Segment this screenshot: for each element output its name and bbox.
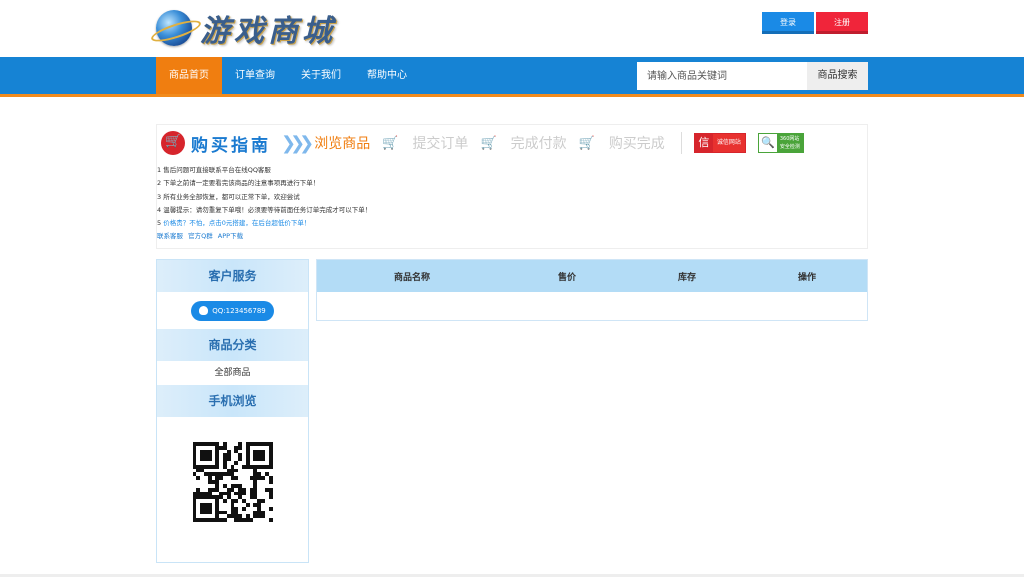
link-official-group[interactable]: 官方Q群 (188, 232, 213, 240)
category-title: 商品分类 (157, 329, 308, 361)
nav-item-help[interactable]: 帮助中心 (354, 57, 420, 94)
nav-item-home[interactable]: 商品首页 (156, 57, 222, 94)
badge-label: 360网站 安全检测 (776, 134, 803, 152)
divider (680, 132, 682, 154)
main-nav: 商品首页 订单查询 关于我们 帮助中心 商品搜索 (0, 57, 1024, 97)
link-contact-service[interactable]: 联系客服 (157, 232, 183, 240)
cart-icon: 🛒 (480, 135, 497, 151)
link-app-download[interactable]: APP下载 (218, 232, 243, 240)
main-content: 客户服务 QQ:123456789 商品分类 全部商品 手机浏览 商品名称 售价… (156, 259, 868, 563)
col-price: 售价 (557, 272, 576, 283)
search-input[interactable] (637, 62, 807, 90)
qr-code-icon (192, 442, 273, 522)
cart-icon: 🛒 (382, 135, 399, 151)
site-logo[interactable]: 游戏商城 (156, 6, 336, 50)
notice-list: 1 售后问题可直接联系平台在线QQ客服 2 下单之前请一定要看完该商品的注意事项… (157, 157, 867, 242)
search-bar: 商品搜索 (637, 62, 868, 90)
promo-link[interactable]: 价格贵？不怕，点击0元搭建，在后台超低价下单！ (163, 219, 310, 227)
sidebar: 客户服务 QQ:123456789 商品分类 全部商品 手机浏览 (156, 259, 309, 563)
qr-area (157, 417, 308, 547)
product-table: 商品名称 售价 库存 操作 (316, 259, 868, 321)
col-stock: 库存 (677, 272, 696, 283)
notice-item: 1 售后问题可直接联系平台在线QQ客服 (157, 166, 271, 174)
double-chevron-icon: ❯❯❯ (281, 132, 314, 154)
badge-line-2: 安全检测 (779, 144, 800, 150)
nav-item-orders[interactable]: 订单查询 (222, 57, 288, 94)
magnifier-icon: 🔍 (758, 134, 777, 152)
col-product-name: 商品名称 (393, 272, 430, 283)
logo-text: 游戏商城 (200, 14, 336, 49)
qq-icon (199, 306, 209, 315)
step-browse: 浏览商品 (314, 136, 371, 152)
category-item-all[interactable]: 全部商品 (157, 361, 308, 385)
qq-label: QQ:123456789 (212, 306, 266, 315)
cart-icon: 🛒 (578, 135, 595, 151)
integrity-site-badge[interactable]: 信 诚信网站 (693, 133, 746, 153)
guide-steps: 购买指南 ❯❯❯ 浏览商品 🛒 提交订单 🛒 完成付款 🛒 购买完成 信 诚信网… (157, 129, 867, 157)
globe-icon (156, 10, 192, 46)
notice-item: 3 所有业务全部恢复，都可以正常下单，欢迎尝试 (157, 192, 300, 201)
quick-links: 联系客服 官方Q群 APP下载 (157, 230, 867, 242)
table-header: 商品名称 售价 库存 操作 (317, 260, 867, 292)
badge-line-1: 360网站 (779, 136, 800, 142)
site-header: 游戏商城 登录 注册 (0, 0, 1024, 57)
step-submit: 提交订单 (412, 136, 469, 152)
notice-item: 4 温馨提示：请勿重复下单哦！必须要等待前面任务订单完成才可以下单！ (157, 205, 372, 214)
qq-contact-button[interactable]: QQ:123456789 (191, 300, 274, 321)
col-actions: 操作 (797, 272, 816, 283)
notice-item: 5 价格贵？不怕，点击0元搭建，在后台超低价下单！ (157, 217, 867, 230)
nav-item-about[interactable]: 关于我们 (288, 57, 354, 94)
guide-title: 购买指南 (191, 135, 271, 156)
qq-contact-area: QQ:123456789 (157, 292, 308, 329)
login-button[interactable]: 登录 (762, 12, 814, 34)
xin-icon: 信 (694, 134, 713, 152)
mobile-title: 手机浏览 (157, 385, 308, 417)
step-pay: 完成付款 (510, 136, 567, 152)
register-button[interactable]: 注册 (816, 12, 868, 34)
step-complete: 购买完成 (608, 136, 665, 152)
auth-buttons: 登录 注册 (762, 12, 868, 34)
service-title: 客户服务 (157, 260, 308, 292)
search-button[interactable]: 商品搜索 (807, 62, 868, 90)
cart-icon (161, 131, 185, 155)
purchase-guide: 购买指南 ❯❯❯ 浏览商品 🛒 提交订单 🛒 完成付款 🛒 购买完成 信 诚信网… (156, 124, 868, 249)
badge-label: 诚信网站 (712, 134, 745, 152)
notice-item: 2 下单之前请一定要看完该商品的注意事项再进行下单！ (157, 179, 320, 188)
security-check-badge[interactable]: 🔍 360网站 安全检测 (757, 133, 804, 153)
